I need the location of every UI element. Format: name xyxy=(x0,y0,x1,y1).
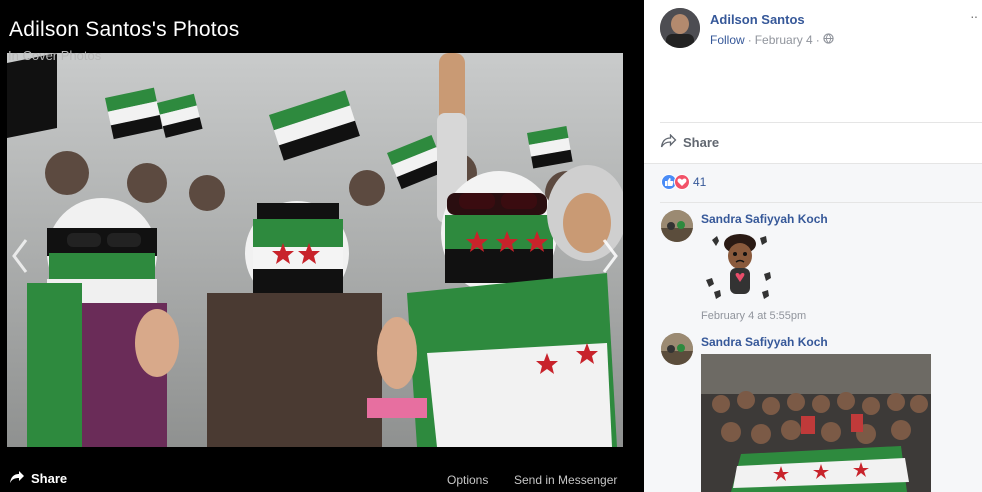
viewer-footer: Share Options Send in Messenger xyxy=(0,466,644,492)
owner-avatar[interactable] xyxy=(660,8,700,48)
options-link[interactable]: Options xyxy=(447,473,488,487)
comment-author-link[interactable]: Sandra Safiyyah Koch xyxy=(701,335,828,349)
post-date[interactable]: February 4 xyxy=(755,33,813,47)
divider xyxy=(644,163,982,164)
more-options-button[interactable]: ·· xyxy=(970,8,978,24)
share-arrow-icon xyxy=(660,133,677,151)
next-photo-arrow-icon[interactable] xyxy=(598,236,622,276)
comment-author-link[interactable]: Sandra Safiyyah Koch xyxy=(701,212,828,226)
photo-viewer: Adilson Santos's Photos In Cover Photos xyxy=(0,0,644,492)
main-photo[interactable] xyxy=(7,53,623,447)
post-panel: Adilson Santos Follow · February 4 · ·· … xyxy=(644,0,982,492)
commenter-avatar[interactable] xyxy=(661,333,693,365)
previous-photo-arrow-icon[interactable] xyxy=(8,236,32,276)
send-in-messenger-link[interactable]: Send in Messenger xyxy=(514,473,617,487)
post-share-label: Share xyxy=(683,135,720,150)
follow-link[interactable]: Follow xyxy=(710,33,745,47)
meta-separator: · xyxy=(747,33,752,47)
globe-icon[interactable] xyxy=(823,33,834,47)
owner-name-link[interactable]: Adilson Santos xyxy=(710,12,805,27)
reactions-summary[interactable]: 41 xyxy=(661,174,706,190)
share-label: Share xyxy=(31,471,68,486)
viewer-title: Adilson Santos's Photos xyxy=(9,18,240,41)
commenter-avatar[interactable] xyxy=(661,210,693,242)
divider xyxy=(660,122,982,123)
divider xyxy=(660,202,982,203)
reaction-count[interactable]: 41 xyxy=(693,175,706,189)
broken-heart-sticker xyxy=(702,230,778,306)
album-link[interactable]: In Cover Photos xyxy=(8,48,101,63)
comment-timestamp[interactable]: February 4 at 5:55pm xyxy=(701,310,806,322)
love-icon xyxy=(674,174,690,190)
comment-photo[interactable] xyxy=(701,354,931,492)
post-meta: Follow · February 4 · xyxy=(710,33,834,47)
post-share-button[interactable]: Share xyxy=(660,133,720,151)
share-arrow-icon xyxy=(9,470,25,487)
meta-separator: · xyxy=(815,33,820,47)
share-button[interactable]: Share xyxy=(9,470,67,487)
